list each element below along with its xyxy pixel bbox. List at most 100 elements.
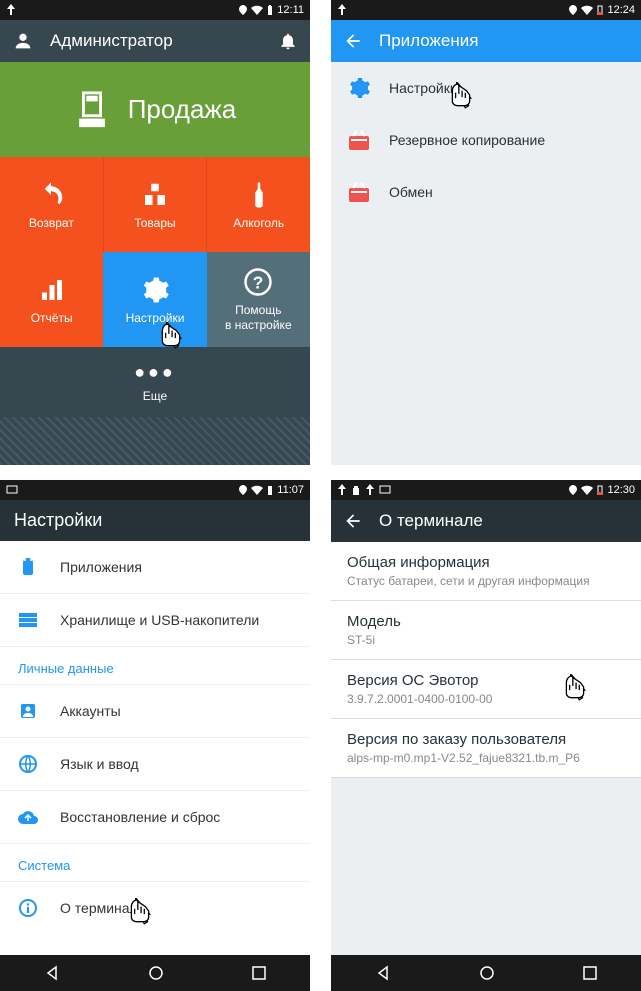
- settings-item-language[interactable]: Язык и ввод: [0, 738, 310, 791]
- back-icon[interactable]: [343, 511, 363, 531]
- bag-icon: [351, 485, 361, 495]
- app-item-label: Настройки: [389, 80, 458, 96]
- home-screen: 12:11 Администратор Продажа Возврат Това…: [0, 0, 310, 465]
- header-title: Настройки: [14, 510, 102, 530]
- battery-icon: [267, 485, 273, 495]
- upload-icon: [6, 4, 16, 16]
- basket-icon: [347, 180, 371, 204]
- wifi-icon: [581, 5, 593, 15]
- user-icon: [12, 30, 34, 52]
- header-title: Приложения: [379, 31, 629, 51]
- gear-icon: [140, 275, 170, 305]
- nav-home-icon[interactable]: [148, 965, 164, 981]
- bell-icon[interactable]: [278, 31, 298, 51]
- globe-icon: [18, 754, 38, 774]
- settings-item-about[interactable]: О терминале: [0, 882, 310, 934]
- help-label-2: в настройке: [225, 318, 292, 332]
- section-personal: Личные данные: [0, 647, 310, 685]
- item-sub: 3.9.7.2.0001-0400-0100-00: [347, 692, 625, 706]
- upload-icon: [337, 484, 347, 496]
- item-label: Модель: [347, 613, 625, 630]
- alcohol-tile[interactable]: Алкоголь: [207, 157, 310, 252]
- nav-back-icon[interactable]: [44, 965, 60, 981]
- reports-tile[interactable]: Отчёты: [0, 252, 103, 347]
- nav-bar: [0, 955, 310, 991]
- return-tile[interactable]: Возврат: [0, 157, 103, 252]
- sale-tile[interactable]: Продажа: [0, 62, 310, 157]
- wifi-icon: [251, 5, 263, 15]
- header-title: О терминале: [379, 511, 629, 531]
- app-item-exchange[interactable]: Обмен: [331, 166, 641, 218]
- app-header: Администратор: [0, 20, 310, 62]
- about-list: Общая информация Статус батареи, сети и …: [331, 542, 641, 955]
- settings-screen: 11:07 Настройки Приложения Хранилище и U…: [0, 480, 310, 991]
- alcohol-label: Алкоголь: [233, 216, 284, 230]
- item-label: Хранилище и USB-накопители: [60, 612, 259, 628]
- svg-text:?: ?: [253, 272, 264, 292]
- about-item-general[interactable]: Общая информация Статус батареи, сети и …: [331, 542, 641, 601]
- help-label-1: Помощь: [225, 303, 292, 317]
- item-sub: alps-mp-m0.mp1-V2.52_fajue8321.tb.m_P6: [347, 751, 625, 765]
- app-item-label: Обмен: [389, 184, 433, 200]
- upload-icon: [337, 4, 347, 16]
- settings-item-apps[interactable]: Приложения: [0, 541, 310, 594]
- status-bar: 12:11: [0, 0, 310, 20]
- nav-back-icon[interactable]: [375, 965, 391, 981]
- chart-icon: [37, 275, 67, 305]
- location-icon: [569, 485, 577, 495]
- app-item-backup[interactable]: Резервное копирование: [331, 114, 641, 166]
- status-bar: 11:07: [0, 480, 310, 500]
- app-item-label: Резервное копирование: [389, 132, 545, 148]
- about-header: О терминале: [331, 500, 641, 542]
- about-item-build[interactable]: Версия по заказу пользователя alps-mp-m0…: [331, 719, 641, 778]
- wifi-icon: [581, 485, 593, 495]
- register-icon: [74, 90, 110, 130]
- battery-low-icon: [597, 485, 603, 495]
- reports-label: Отчёты: [31, 311, 73, 325]
- status-time: 12:11: [277, 4, 304, 16]
- settings-item-storage[interactable]: Хранилище и USB-накопители: [0, 594, 310, 647]
- nav-recent-icon[interactable]: [252, 966, 266, 980]
- user-label: Администратор: [50, 31, 262, 51]
- nav-home-icon[interactable]: [479, 965, 495, 981]
- location-icon: [239, 485, 247, 495]
- upload-icon: [365, 484, 375, 496]
- screen-icon: [6, 485, 18, 495]
- settings-item-accounts[interactable]: Аккаунты: [0, 685, 310, 738]
- back-icon[interactable]: [343, 31, 363, 51]
- more-tile[interactable]: ●●● Еще: [0, 347, 310, 417]
- screen-icon: [379, 485, 391, 495]
- help-tile[interactable]: ? Помощь в настройке: [207, 252, 310, 347]
- status-bar: 12:24: [331, 0, 641, 20]
- return-icon: [36, 180, 66, 210]
- nav-recent-icon[interactable]: [583, 966, 597, 980]
- item-sub: ST-5i: [347, 633, 625, 647]
- app-header: Приложения: [331, 20, 641, 62]
- wifi-icon: [251, 485, 263, 495]
- apps-list: Настройки Резервное копирование Обмен: [331, 62, 641, 465]
- item-label: Общая информация: [347, 554, 625, 571]
- bottle-icon: [244, 180, 274, 210]
- about-screen: 12:30 О терминале Общая информация Стату…: [331, 480, 641, 991]
- goods-label: Товары: [134, 216, 175, 230]
- about-item-model[interactable]: Модель ST-5i: [331, 601, 641, 660]
- item-label: Приложения: [60, 559, 142, 575]
- basket-icon: [347, 128, 371, 152]
- app-item-settings[interactable]: Настройки: [331, 62, 641, 114]
- item-label: Аккаунты: [60, 703, 121, 719]
- help-icon: ?: [243, 267, 273, 297]
- battery-icon: [267, 5, 273, 15]
- settings-item-restore[interactable]: Восстановление и сброс: [0, 791, 310, 844]
- settings-tile[interactable]: Настройки: [103, 252, 206, 347]
- status-time: 11:07: [277, 484, 304, 496]
- gear-icon: [347, 76, 371, 100]
- section-system: Система: [0, 844, 310, 882]
- settings-label: Настройки: [126, 311, 185, 325]
- tile-grid: Продажа Возврат Товары Алкоголь Отчёты: [0, 62, 310, 465]
- item-label: Язык и ввод: [60, 756, 139, 772]
- about-item-os-version[interactable]: Версия ОС Эвотор 3.9.7.2.0001-0400-0100-…: [331, 660, 641, 719]
- goods-tile[interactable]: Товары: [103, 157, 208, 252]
- apps-screen: 12:24 Приложения Настройки Резервное коп…: [331, 0, 641, 465]
- nav-bar: [331, 955, 641, 991]
- settings-list: Приложения Хранилище и USB-накопители Ли…: [0, 541, 310, 955]
